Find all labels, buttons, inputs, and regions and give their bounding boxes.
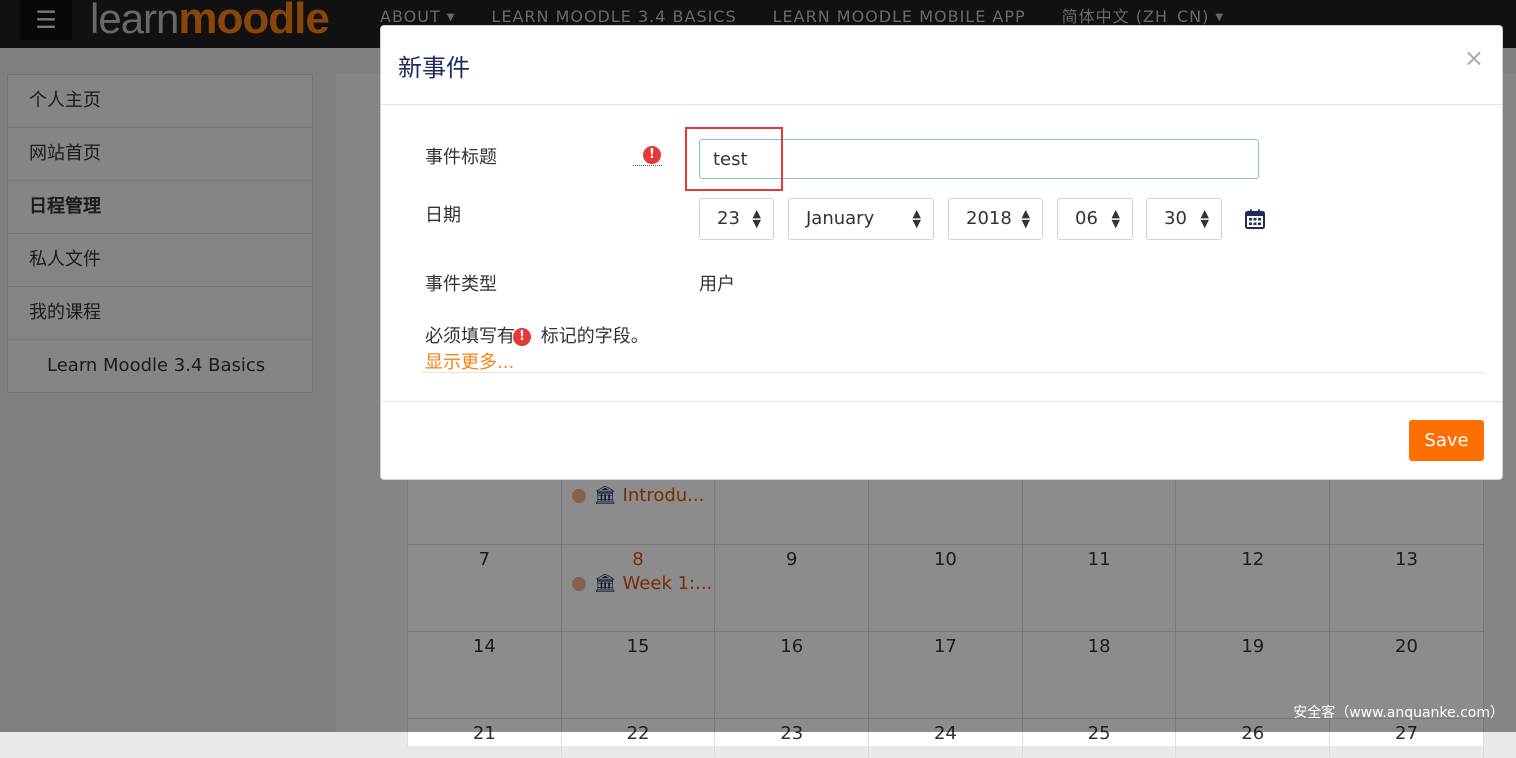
dialog-header: 新事件 × <box>381 26 1502 105</box>
hour-select[interactable]: 06 ▲ ▼ <box>1057 198 1133 240</box>
year-select[interactable]: 2018 ▲ ▼ <box>948 198 1043 240</box>
select-arrows-icon: ▲ ▼ <box>912 207 921 230</box>
close-icon[interactable]: × <box>1464 44 1484 72</box>
event-title-label: 事件标题 <box>425 147 497 168</box>
calendar-icon[interactable] <box>1245 209 1265 229</box>
new-event-dialog: 新事件 × 事件标题 ! 日期 23 ▲▼ January ▲▼ 2018 ▲▼… <box>380 25 1503 480</box>
dialog-title: 新事件 <box>398 54 470 82</box>
footer-divider <box>381 401 1502 402</box>
event-type-label: 事件类型 <box>425 274 497 295</box>
event-type-value: 用户 <box>699 274 735 295</box>
minute-select-value: 30 <box>1164 208 1187 229</box>
required-note-text-end: 标记的字段。 <box>535 326 649 347</box>
select-arrows-icon: ▲ ▼ <box>752 207 761 230</box>
select-arrows-icon: ▲ ▼ <box>1021 207 1030 230</box>
select-arrows-icon: ▲ ▼ <box>1111 207 1120 230</box>
date-label: 日期 <box>425 205 461 226</box>
month-select[interactable]: January ▲ ▼ <box>788 198 934 240</box>
required-fields-note: 必须填写有! 标记的字段。 <box>425 322 649 348</box>
save-button[interactable]: Save <box>1409 420 1484 461</box>
watermark: 安全客（www.anquanke.com） <box>1293 705 1504 721</box>
hour-select-value: 06 <box>1075 208 1098 229</box>
show-more-link[interactable]: 显示更多... <box>425 348 514 374</box>
month-select-value: January <box>806 208 875 229</box>
day-select-value: 23 <box>717 208 740 229</box>
day-select[interactable]: 23 ▲ ▼ <box>699 198 774 240</box>
required-underline <box>633 165 662 166</box>
minute-select[interactable]: 30 ▲ ▼ <box>1146 198 1222 240</box>
required-icon: ! <box>643 146 661 164</box>
form-divider <box>421 372 1485 373</box>
required-icon: ! <box>513 328 531 346</box>
required-note-text-start: 必须填写有 <box>425 326 515 347</box>
year-select-value: 2018 <box>966 208 1012 229</box>
event-title-input[interactable] <box>699 139 1259 179</box>
select-arrows-icon: ▲ ▼ <box>1200 207 1209 230</box>
